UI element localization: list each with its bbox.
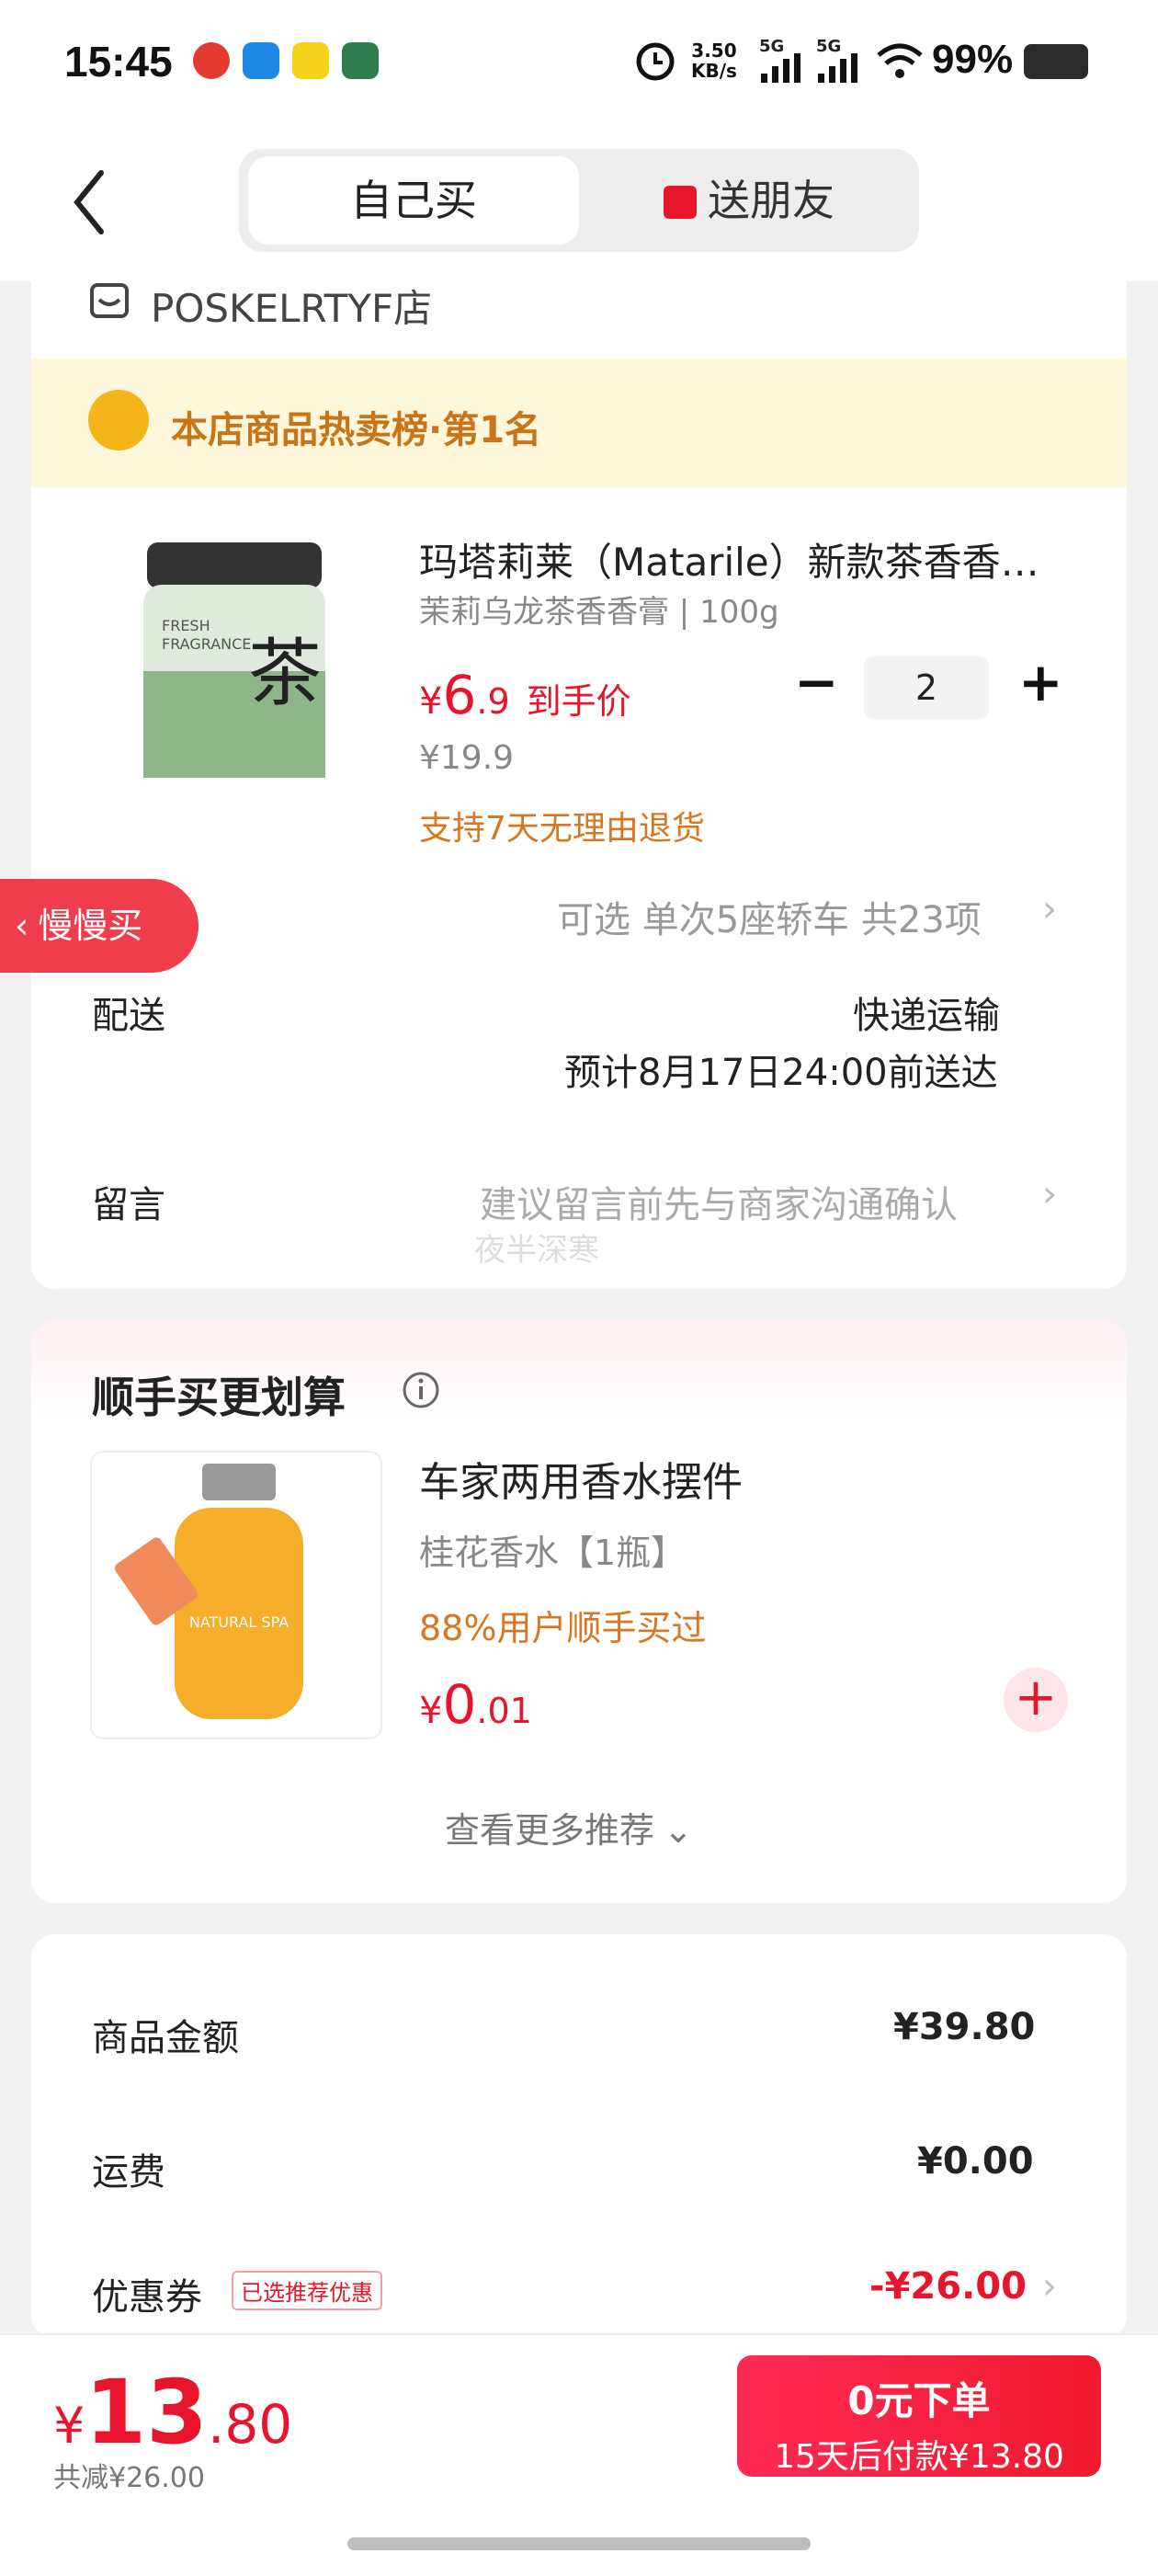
gift-icon — [664, 186, 697, 219]
recommend-item-price: ¥0.01 — [419, 1673, 532, 1736]
rank-text: 本店商品热卖榜·第1名 — [171, 409, 542, 451]
message-label: 留言 — [92, 1184, 165, 1226]
home-indicator[interactable] — [347, 2537, 811, 2550]
chevron-right-icon[interactable]: › — [1042, 2265, 1057, 2308]
message-input[interactable]: 建议留言前先与商家沟通确认 — [480, 1175, 958, 1228]
tab-self-buy[interactable]: 自己买 — [248, 156, 579, 245]
product-image-text: FRESH — [162, 617, 210, 634]
app-notification-icon — [292, 42, 329, 79]
return-policy: 支持7天无理由退货 — [419, 810, 705, 848]
status-bar: 15:45 3.50 KB/s 5G 5G 99% — [0, 0, 1158, 129]
tab-gift-friend[interactable]: 送朋友 — [588, 156, 910, 245]
chevron-down-icon: ⌄ — [664, 1810, 693, 1851]
product-image[interactable]: FRESH FRAGRANCE 茶 — [119, 533, 349, 800]
signal-icon — [761, 53, 800, 83]
status-time: 15:45 — [64, 38, 173, 85]
original-price: ¥19.9 — [419, 739, 515, 777]
delivery-method: 快递运输 — [853, 995, 1000, 1037]
recommend-image-text: NATURAL SPA — [189, 1613, 289, 1631]
alarm-icon — [636, 42, 675, 81]
product-image-text: FRAGRANCE — [162, 635, 251, 653]
product-title[interactable]: 玛塔莉莱（Matarile）新款茶香香… — [419, 531, 1044, 587]
shipping-label: 运费 — [92, 2151, 165, 2194]
chevron-left-icon: ‹ — [15, 906, 29, 946]
battery-level: 99% — [932, 37, 1014, 82]
place-order-button[interactable]: 0元下单 15天后付款¥13.80 — [737, 2355, 1101, 2477]
service-value[interactable]: 可选 单次5座轿车 共23项 — [557, 890, 982, 943]
net-speed: 3.50 KB/s — [691, 40, 737, 82]
product-price: ¥6.9 到手价 — [419, 664, 631, 726]
slow-buy-button[interactable]: ‹ 慢慢买 — [0, 879, 199, 973]
price-tag: 到手价 — [526, 681, 631, 722]
shipping-value: ¥0.00 — [917, 2140, 1034, 2183]
goods-amount-label: 商品金额 — [92, 2017, 239, 2059]
chevron-right-icon[interactable]: › — [1042, 888, 1057, 930]
recommend-title: 顺手买更划算 — [92, 1373, 346, 1422]
watermark-text: 夜半深寒 — [474, 1232, 599, 1269]
quantity-minus-button[interactable]: − — [794, 651, 839, 713]
recommend-item-image[interactable]: NATURAL SPA — [90, 1451, 382, 1739]
coupon-tag: 已选推荐优惠 — [232, 2271, 382, 2310]
delivery-eta: 预计8月17日24:00前送达 — [564, 1052, 998, 1094]
total-price: ¥13.80 — [53, 2361, 293, 2464]
quantity-plus-button[interactable]: + — [1018, 651, 1063, 713]
chevron-right-icon[interactable]: › — [1042, 1173, 1057, 1215]
recommend-item-spec: 桂花香水【1瓶】 — [419, 1533, 687, 1573]
coupon-label: 优惠券 — [92, 2276, 202, 2319]
coupon-value[interactable]: -¥26.00 — [869, 2265, 1027, 2308]
delivery-label: 配送 — [92, 995, 165, 1037]
app-notification-icon — [243, 42, 279, 79]
battery-icon — [1024, 44, 1088, 79]
trophy-icon — [88, 390, 149, 450]
add-recommend-button[interactable]: + — [1004, 1668, 1068, 1732]
app-notification-icon — [342, 42, 379, 79]
store-name[interactable]: POSKELRTYF店 — [151, 278, 432, 334]
recommend-item-note: 88%用户顺手买过 — [419, 1608, 707, 1648]
app-notification-icon — [193, 42, 230, 79]
signal-icon — [818, 53, 857, 83]
product-image-character: 茶 — [248, 631, 322, 716]
product-spec[interactable]: 茉莉乌龙茶香香膏 | 100g — [419, 587, 779, 632]
more-recommend-link[interactable]: 查看更多推荐 ⌄ — [445, 1802, 693, 1852]
quantity-input[interactable]: 2 — [864, 656, 989, 719]
store-icon — [90, 283, 129, 318]
back-arrow-icon[interactable] — [64, 165, 119, 239]
wifi-icon — [877, 43, 923, 78]
total-saved: 共减¥26.00 — [53, 2462, 205, 2494]
info-icon[interactable] — [401, 1370, 441, 1410]
recommend-item-title[interactable]: 车家两用香水摆件 — [419, 1449, 743, 1508]
goods-amount-value: ¥39.80 — [893, 2006, 1036, 2048]
